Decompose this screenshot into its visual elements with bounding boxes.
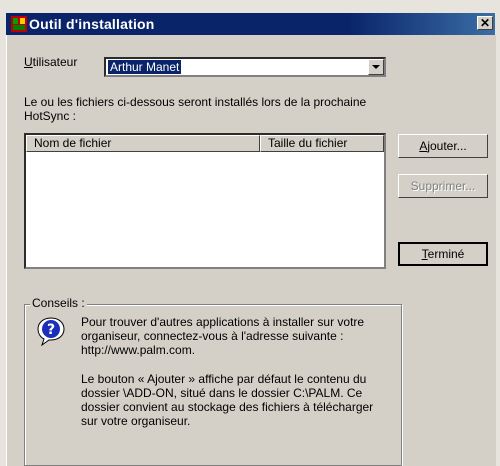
instructions-text: Le ou les fichiers ci-dessous seront ins… — [24, 95, 367, 123]
window-title: Outil d'installation — [29, 16, 155, 32]
user-label: Utilisateur — [24, 55, 77, 69]
user-label-mnemonic: U — [24, 55, 33, 69]
add-button-label: jouter... — [427, 139, 467, 153]
tip-paragraph-website: Pour trouver d'autres applications à ins… — [81, 315, 365, 357]
palm-install-icon — [11, 16, 27, 32]
close-button[interactable]: ✕ — [477, 16, 493, 30]
add-button[interactable]: Ajouter... — [398, 134, 488, 158]
svg-text:?: ? — [47, 322, 55, 338]
column-header-filesize[interactable]: Taille du fichier — [260, 135, 384, 152]
done-button[interactable]: Terminé — [398, 242, 488, 266]
user-label-text: tilisateur — [32, 55, 78, 69]
file-list[interactable]: Nom de fichier Taille du fichier — [24, 133, 386, 269]
user-dropdown-value: Arthur Manet — [108, 60, 182, 74]
install-tool-window: Outil d'installation ✕ Utilisateur Arthu… — [0, 0, 500, 466]
dropdown-arrow-icon[interactable] — [368, 59, 384, 75]
column-header-filename[interactable]: Nom de fichier — [26, 135, 260, 152]
done-button-label: erminé — [427, 247, 465, 261]
tip-paragraph-addon-folder: Le bouton « Ajouter » affiche par défaut… — [81, 372, 374, 428]
user-dropdown[interactable]: Arthur Manet — [104, 57, 386, 77]
title-bar[interactable]: Outil d'installation ✕ — [6, 13, 495, 35]
remove-button: Supprimer... — [398, 174, 488, 198]
tips-legend: Conseils : — [30, 296, 87, 310]
question-balloon-icon: ? — [37, 317, 65, 346]
